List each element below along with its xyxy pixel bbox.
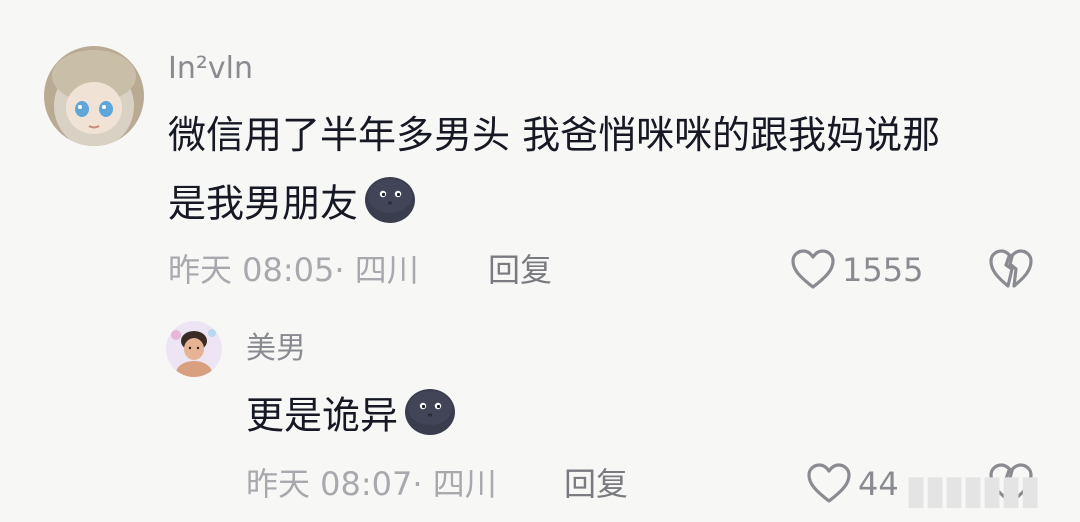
heart-outline-icon — [791, 249, 835, 289]
reply-text: 更是诡异 — [246, 393, 399, 438]
reply-like-button[interactable] — [806, 462, 852, 504]
comment-reply-button[interactable]: 回复 — [488, 250, 552, 290]
new-moon-face-icon — [404, 388, 456, 448]
avatar[interactable] — [44, 46, 144, 146]
comment-time: 昨天 08:05 — [168, 251, 335, 289]
reply-username[interactable]: 美男 — [246, 330, 306, 368]
comment-like-button[interactable] — [790, 248, 836, 290]
comment-like-count: 1555 — [842, 251, 924, 289]
new-moon-face-icon — [364, 176, 416, 236]
watermark: ▮▮▮▮▮▮▮ — [905, 467, 1041, 513]
reply-time: 昨天 08:07 — [246, 465, 413, 503]
reply-meta: 昨天 08:07· 四川 — [246, 464, 497, 504]
comment-username[interactable]: In²vln — [168, 50, 253, 88]
reply-avatar[interactable] — [166, 321, 222, 377]
reply-text-row: 更是诡异 — [246, 388, 456, 448]
reply-reply-button[interactable]: 回复 — [564, 464, 628, 504]
reply-location: · 四川 — [412, 465, 497, 503]
comment-dislike-button[interactable] — [988, 248, 1034, 290]
comment-location: · 四川 — [334, 251, 419, 289]
broken-heart-icon — [989, 249, 1033, 288]
heart-outline-icon — [807, 463, 851, 503]
comment-meta: 昨天 08:05· 四川 — [168, 250, 419, 290]
comment-text-line1: 微信用了半年多男头 我爸悄咪咪的跟我妈说那 — [168, 113, 941, 157]
comment-text-line2-row: 是我男朋友 — [168, 176, 416, 236]
reply-like-count: 44 — [858, 465, 899, 503]
comment-text-line2: 是我男朋友 — [168, 181, 359, 226]
